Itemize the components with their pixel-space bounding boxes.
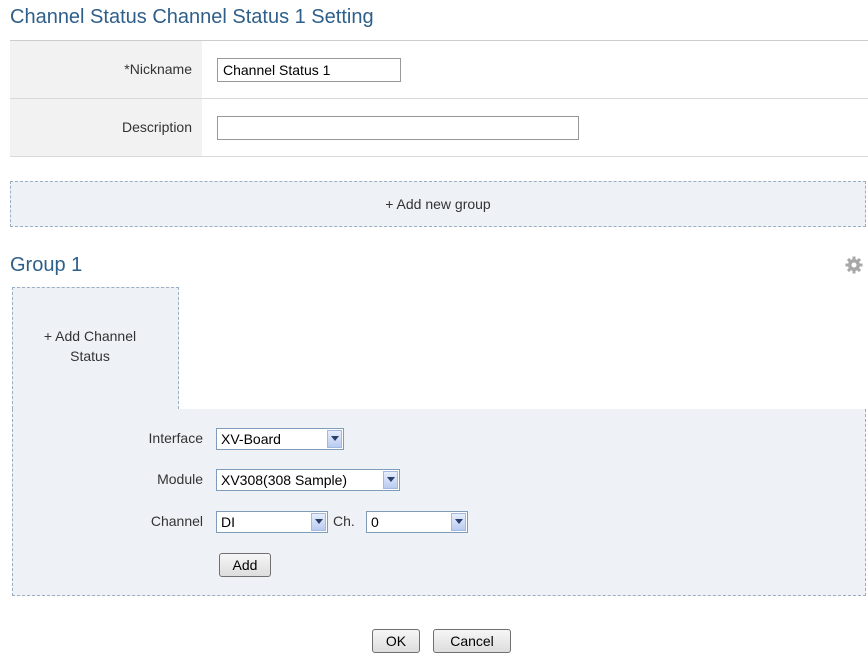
- add-new-group-button[interactable]: + Add new group: [10, 181, 866, 227]
- nickname-row: *Nickname: [10, 41, 868, 99]
- description-row: Description: [10, 99, 868, 157]
- module-select[interactable]: XV308(308 Sample): [216, 469, 400, 491]
- module-label: Module: [157, 471, 203, 487]
- cancel-button[interactable]: Cancel: [433, 629, 511, 653]
- description-input[interactable]: [217, 116, 579, 140]
- ch-select-value: 0: [371, 514, 379, 530]
- chevron-down-icon[interactable]: [383, 471, 398, 489]
- channel-select[interactable]: DI: [216, 511, 328, 533]
- add-channel-status-tab[interactable]: + Add Channel Status: [12, 287, 179, 409]
- gear-icon[interactable]: [845, 256, 863, 274]
- chevron-down-icon[interactable]: [327, 430, 342, 448]
- nickname-input[interactable]: [217, 58, 401, 82]
- chevron-down-icon[interactable]: [451, 513, 466, 531]
- ch-select[interactable]: 0: [366, 511, 468, 533]
- settings-form: *Nickname Description: [10, 41, 868, 157]
- description-cell: [202, 99, 868, 156]
- interface-select-value: XV-Board: [221, 431, 281, 447]
- chevron-down-icon[interactable]: [311, 513, 326, 531]
- nickname-label: *Nickname: [10, 41, 202, 98]
- ok-button[interactable]: OK: [372, 629, 420, 653]
- channel-label: Channel: [150, 513, 203, 529]
- description-label: Description: [10, 99, 202, 156]
- add-channel-status-line2: Status: [70, 348, 110, 364]
- add-channel-status-label[interactable]: + Add Channel Status: [13, 326, 167, 366]
- group-title: Group 1: [10, 254, 83, 276]
- add-button[interactable]: Add: [219, 553, 271, 577]
- interface-select[interactable]: XV-Board: [216, 428, 344, 450]
- nickname-cell: [202, 41, 868, 98]
- page-title: Channel Status Channel Status 1 Setting: [10, 6, 374, 28]
- module-select-value: XV308(308 Sample): [221, 472, 348, 488]
- channel-select-value: DI: [221, 514, 235, 530]
- ch-label: Ch.: [333, 513, 355, 529]
- add-channel-status-line1: + Add Channel: [43, 328, 137, 344]
- interface-label: Interface: [148, 430, 203, 446]
